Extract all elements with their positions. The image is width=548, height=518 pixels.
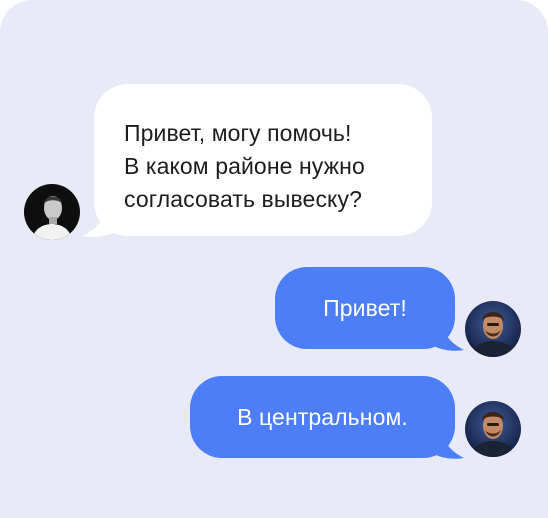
outgoing-message-bubble: В центральном.	[190, 376, 455, 458]
chat-panel: Привет, могу помочь! В каком районе нужн…	[0, 0, 548, 518]
user-avatar	[465, 401, 521, 457]
incoming-message-line: В каком районе нужно	[124, 153, 365, 179]
incoming-message-line: Привет, могу помочь!	[124, 120, 352, 146]
agent-avatar	[24, 184, 80, 240]
outgoing-message-text: Привет!	[323, 294, 407, 321]
incoming-message-line: согласовать вывеску?	[124, 186, 362, 212]
outgoing-message-text: В центральном.	[237, 403, 408, 430]
user-avatar	[465, 301, 521, 357]
incoming-message-bubble: Привет, могу помочь! В каком районе нужн…	[94, 84, 432, 236]
outgoing-message-bubble: Привет!	[275, 267, 455, 349]
